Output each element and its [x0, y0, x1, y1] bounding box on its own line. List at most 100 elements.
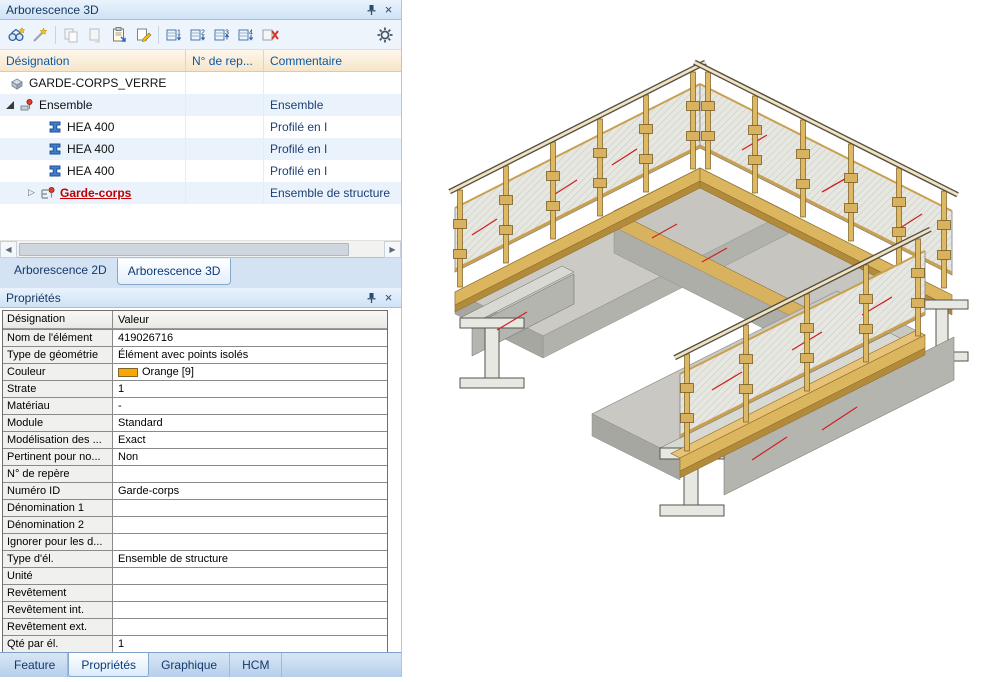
tree-row-comment	[264, 72, 401, 94]
properties-panel-title: Propriétés	[6, 291, 61, 305]
copy-icon[interactable]	[59, 23, 83, 47]
delete-numbering-icon[interactable]	[258, 23, 282, 47]
tree-row-comment: Profilé en I	[264, 160, 401, 182]
property-value[interactable]: Ensemble de structure	[113, 551, 387, 567]
tree-row[interactable]: HEA 400 Profilé en I	[0, 138, 401, 160]
tree-column-headers: Désignation N° de rep... Commentaire	[0, 50, 401, 72]
application-window: Arborescence 3D ×	[0, 0, 1004, 677]
properties-header-designation: Désignation	[3, 311, 113, 329]
garde-corps-icon	[39, 186, 57, 200]
tree-row[interactable]: ▷ Garde-corps Ensemble de structure	[0, 182, 401, 204]
tab-feature[interactable]: Feature	[2, 653, 68, 677]
tab-graphique[interactable]: Graphique	[149, 653, 230, 677]
tree-row[interactable]: HEA 400 Profilé en I	[0, 160, 401, 182]
tree-panel-title: Arborescence 3D	[6, 3, 99, 17]
property-value[interactable]: 1	[113, 381, 387, 397]
tree-row-rep	[186, 72, 264, 94]
color-swatch	[118, 368, 138, 377]
property-value[interactable]	[113, 500, 387, 516]
column-header-designation[interactable]: Désignation	[0, 50, 186, 71]
property-value[interactable]	[113, 568, 387, 584]
expander-collapsed-icon[interactable]: ▷	[26, 188, 37, 198]
properties-header-valeur: Valeur	[113, 311, 387, 329]
tab-arborescence-2d[interactable]: Arborescence 2D	[4, 258, 117, 283]
property-label: Unité	[3, 568, 113, 584]
settings-gear-icon[interactable]	[373, 23, 397, 47]
tree-row-comment: Profilé en I	[264, 138, 401, 160]
property-row: Module Standard	[3, 414, 387, 431]
property-value[interactable]	[113, 517, 387, 533]
property-row: Revêtement	[3, 584, 387, 601]
paste-icon[interactable]	[107, 23, 131, 47]
property-value[interactable]	[113, 534, 387, 550]
property-row: Revêtement int.	[3, 601, 387, 618]
property-label: Revêtement	[3, 585, 113, 601]
pin-icon[interactable]	[363, 290, 380, 305]
property-label: Pertinent pour no...	[3, 449, 113, 465]
duplicate-icon[interactable]	[83, 23, 107, 47]
property-value[interactable]: Exact	[113, 432, 387, 448]
scroll-left-icon[interactable]: ◀	[0, 241, 17, 258]
property-row: Unité	[3, 567, 387, 584]
properties-table: Désignation Valeur Nom de l'élément 4190…	[2, 310, 388, 653]
property-label: Dénomination 2	[3, 517, 113, 533]
property-value[interactable]: 419026716	[113, 330, 387, 346]
scroll-right-icon[interactable]: ▶	[384, 241, 401, 258]
property-row: Dénomination 1	[3, 499, 387, 516]
property-row: N° de repère	[3, 465, 387, 482]
assembly-3d-icon	[8, 76, 26, 90]
column-header-comment[interactable]: Commentaire	[264, 50, 401, 71]
pin-icon[interactable]	[363, 2, 380, 17]
tab-hcm[interactable]: HCM	[230, 653, 282, 677]
edit-icon[interactable]	[131, 23, 155, 47]
property-value[interactable]	[113, 619, 387, 635]
property-value[interactable]	[113, 602, 387, 618]
property-label: Numéro ID	[3, 483, 113, 499]
property-value[interactable]	[113, 466, 387, 482]
property-value-color[interactable]: Orange [9]	[113, 364, 387, 380]
tree-row[interactable]: Ensemble Ensemble	[0, 94, 401, 116]
property-value[interactable]: -	[113, 398, 387, 414]
expander-expanded-icon[interactable]	[6, 101, 14, 109]
property-value[interactable]: 1	[113, 636, 387, 652]
tree-row-label-link[interactable]: Garde-corps	[60, 186, 131, 200]
horizontal-scrollbar[interactable]: ◀ ▶	[0, 240, 401, 257]
tree-toolbar: 1 2 3 4	[0, 20, 401, 50]
left-dock: Arborescence 3D ×	[0, 0, 402, 677]
property-label: Couleur	[3, 364, 113, 380]
bottom-tab-strip: Feature Propriétés Graphique HCM	[0, 652, 401, 677]
property-row: Type d'él. Ensemble de structure	[3, 550, 387, 567]
property-label: Matériau	[3, 398, 113, 414]
tree-row-label: GARDE-CORPS_VERRE	[29, 76, 166, 90]
tree-empty-area	[0, 204, 401, 240]
property-value[interactable]: Non	[113, 449, 387, 465]
tree-row-comment: Profilé en I	[264, 116, 401, 138]
toolbar-separator	[55, 26, 56, 44]
numbering-2-icon[interactable]: 2	[186, 23, 210, 47]
property-row: Strate 1	[3, 380, 387, 397]
property-value[interactable]: Standard	[113, 415, 387, 431]
tree-row[interactable]: GARDE-CORPS_VERRE	[0, 72, 401, 94]
property-value[interactable]	[113, 585, 387, 601]
column-header-rep[interactable]: N° de rep...	[186, 50, 264, 71]
property-value[interactable]: Élément avec points isolés	[113, 347, 387, 363]
property-row: Nom de l'élément 419026716	[3, 329, 387, 346]
tree-row-label: Ensemble	[39, 98, 92, 112]
tree-row[interactable]: HEA 400 Profilé en I	[0, 116, 401, 138]
numbering-3-icon[interactable]: 3	[210, 23, 234, 47]
tab-arborescence-3d[interactable]: Arborescence 3D	[117, 258, 232, 285]
numbering-1-icon[interactable]: 1	[162, 23, 186, 47]
viewport-3d[interactable]	[402, 0, 1004, 677]
select-wand-icon[interactable]	[28, 23, 52, 47]
property-label: Nom de l'élément	[3, 330, 113, 346]
close-icon[interactable]: ×	[380, 2, 397, 17]
tree-row-label: HEA 400	[67, 120, 114, 134]
property-value[interactable]: Garde-corps	[113, 483, 387, 499]
close-icon[interactable]: ×	[380, 290, 397, 305]
scrollbar-thumb[interactable]	[19, 243, 349, 256]
tab-proprietes[interactable]: Propriétés	[68, 653, 149, 677]
find-icon[interactable]	[4, 23, 28, 47]
ensemble-pin-icon	[18, 98, 36, 112]
numbering-4-icon[interactable]: 4	[234, 23, 258, 47]
tree-row-label: HEA 400	[67, 142, 114, 156]
